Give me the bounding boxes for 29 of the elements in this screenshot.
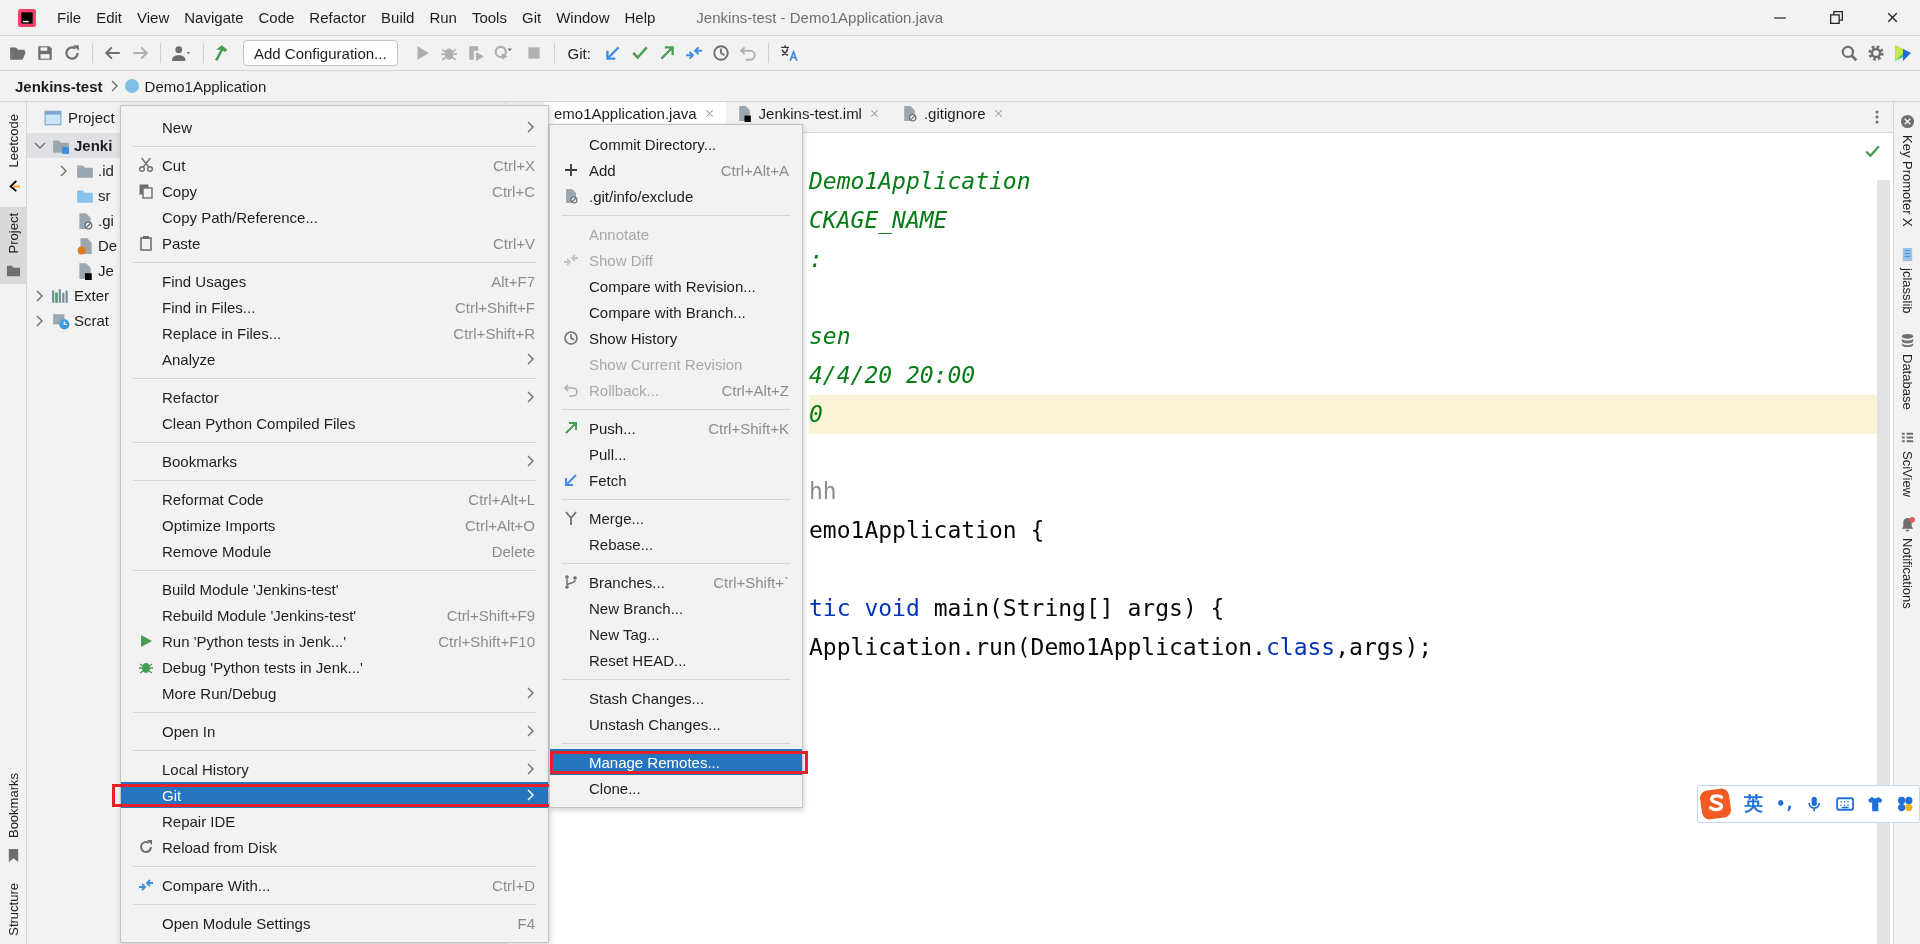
shortcut-label: Ctrl+X <box>492 156 535 174</box>
code-line: 4/4/20 20:00 <box>809 361 977 390</box>
code-line: Demo1Application <box>809 167 1032 196</box>
shortcut-label: Ctrl+C <box>492 182 535 200</box>
shortcut-label: Ctrl+Shift+F10 <box>438 632 535 650</box>
shortcut-label: Ctrl+Shift+R <box>453 324 535 342</box>
code-line: Application.run(Demo1Application.class,args); <box>809 632 1434 662</box>
shortcut-label: Ctrl+Shift+` <box>713 573 789 591</box>
shortcut-label: Ctrl+Alt+O <box>464 516 535 534</box>
shortcut-label: Ctrl+Shift+F9 <box>446 606 535 624</box>
shortcut-label: Ctrl+Shift+K <box>708 419 789 437</box>
code-line: CKAGE_NAME <box>809 205 949 236</box>
shortcut-label: Ctrl+Alt+L <box>468 490 535 508</box>
window-title: Jenkins-test - Demo1Application.java <box>696 9 944 26</box>
shortcut-label: F4 <box>517 914 535 932</box>
shortcut-label: Ctrl+V <box>492 234 535 252</box>
panel-title: Project <box>68 109 115 126</box>
shortcut-label: Ctrl+D <box>492 876 535 894</box>
shortcut-label: Alt+F7 <box>491 272 535 290</box>
shortcut-label: Delete <box>491 542 535 560</box>
code-line: sen <box>809 322 852 352</box>
vcs-label: Git: <box>567 44 591 62</box>
shortcut-label: Ctrl+Alt+A <box>720 161 789 179</box>
code-line: hh <box>809 477 838 507</box>
code-line: : <box>809 244 824 274</box>
code-line: tic void main(String[] args) { <box>809 593 1226 623</box>
shortcut-label: Ctrl+Shift+F <box>454 298 535 316</box>
shortcut-label: Ctrl+Alt+Z <box>721 381 789 399</box>
code-line: emo1Application { <box>809 516 1046 546</box>
